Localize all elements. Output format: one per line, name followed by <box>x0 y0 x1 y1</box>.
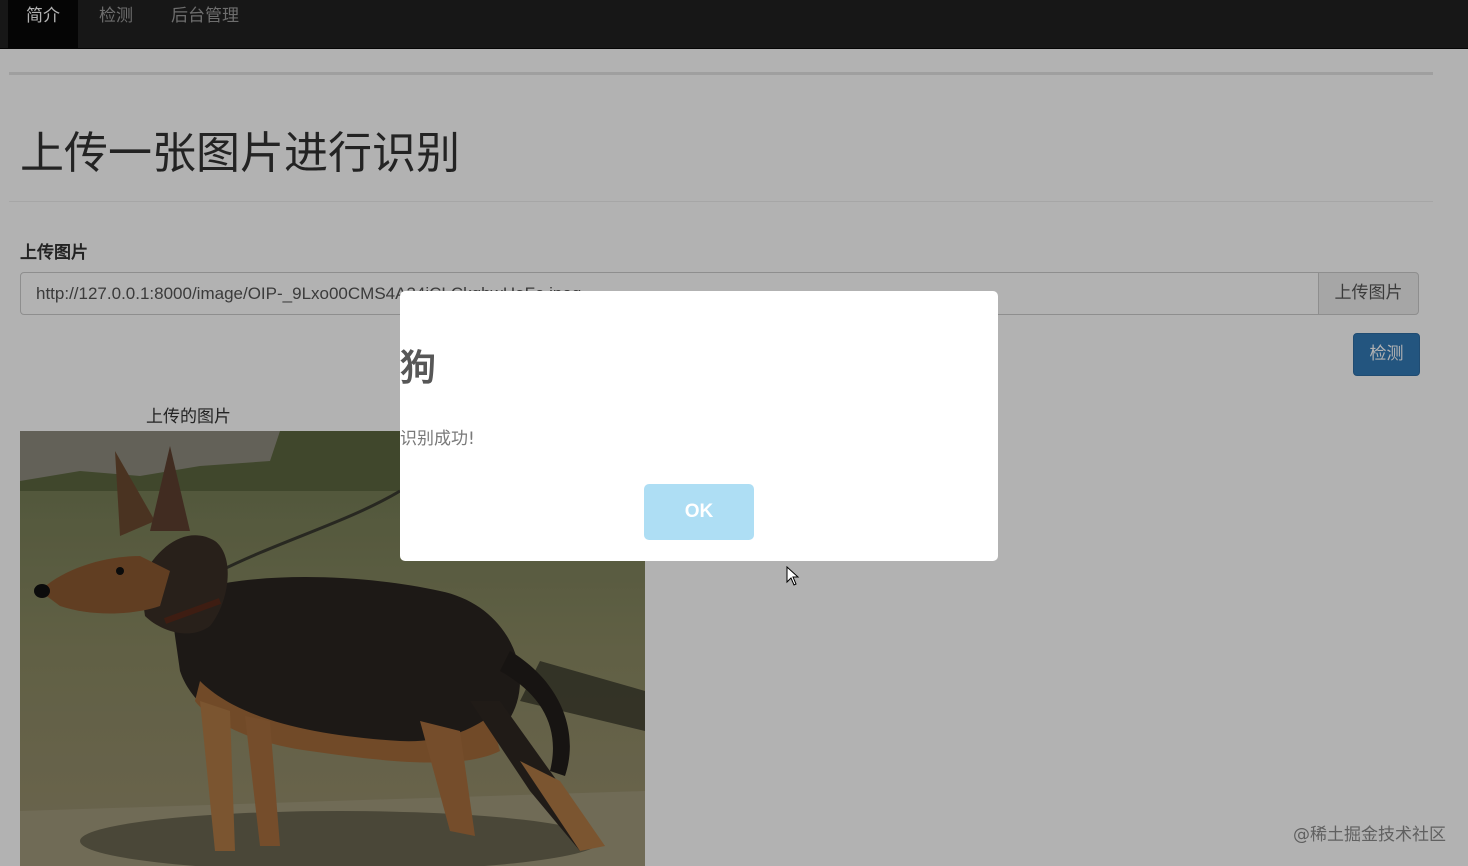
alert-message: 识别成功! <box>400 429 475 449</box>
alert-title: 狗 <box>400 348 437 389</box>
page: 简介 检测 后台管理 上传一张图片进行识别 上传图片 http://127.0.… <box>0 0 1468 866</box>
mouse-cursor-icon <box>786 566 800 586</box>
ok-button[interactable]: OK <box>644 484 754 540</box>
